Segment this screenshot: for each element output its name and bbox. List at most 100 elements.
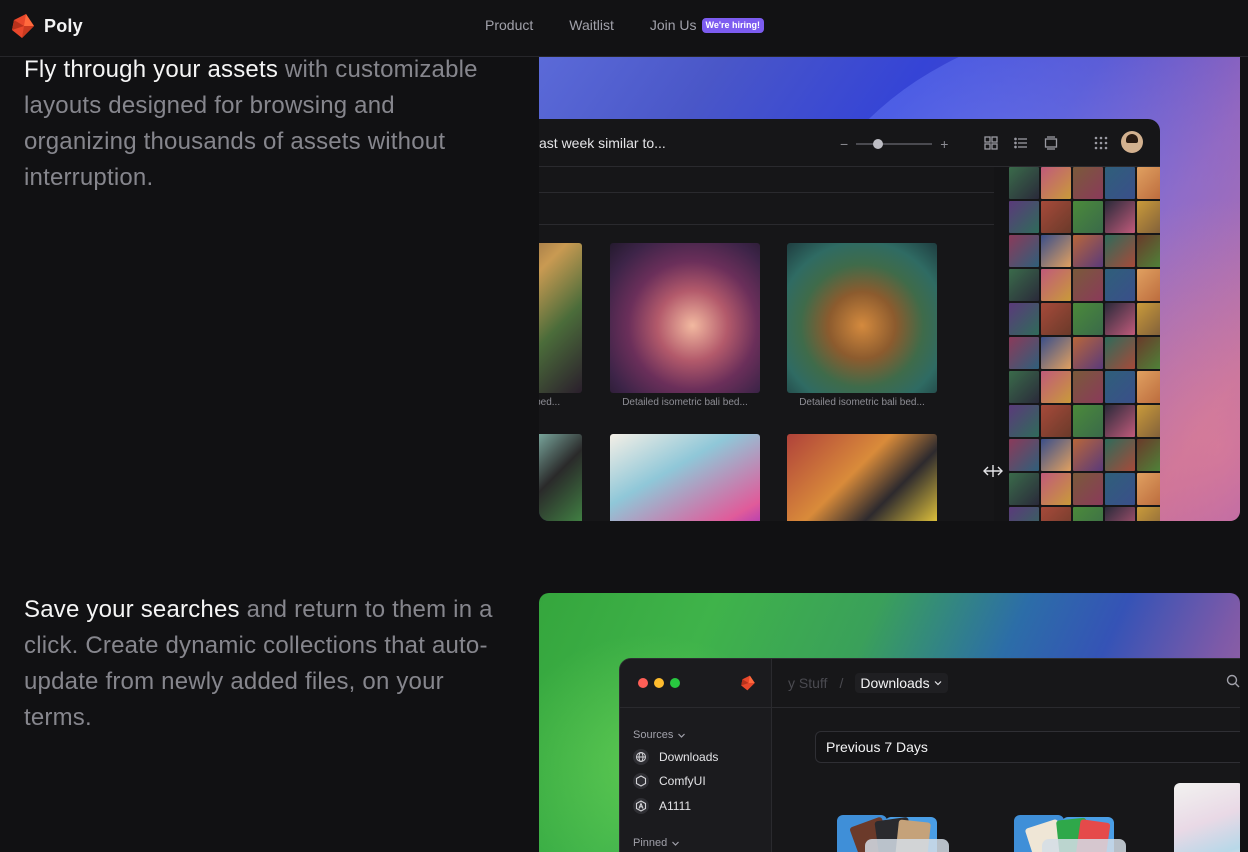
grid-thumbnail[interactable] (1137, 473, 1160, 505)
grid-thumbnail[interactable] (1073, 371, 1103, 403)
sidebar-item-a1111[interactable]: A1111 (633, 798, 691, 814)
grid-thumbnail[interactable] (1073, 269, 1103, 301)
grid-thumbnail[interactable] (1073, 201, 1103, 233)
grid-thumbnail[interactable] (1041, 405, 1071, 437)
grid-thumbnail[interactable] (1041, 235, 1071, 267)
join-us-label: Join Us (649, 17, 697, 33)
list-view-icon[interactable] (1013, 135, 1029, 151)
grid-thumbnail[interactable] (1073, 507, 1103, 521)
grid-thumbnail[interactable] (1137, 167, 1160, 199)
grid-thumbnail[interactable] (1137, 507, 1160, 521)
single-view-icon[interactable] (1043, 135, 1059, 151)
grid-thumbnail[interactable] (1041, 303, 1071, 335)
grid-thumbnail[interactable] (1009, 507, 1039, 521)
zoom-slider[interactable] (856, 139, 933, 149)
grid-thumbnail[interactable] (1073, 473, 1103, 505)
grid-thumbnail[interactable] (1105, 473, 1135, 505)
image-tile[interactable] (539, 434, 582, 521)
resize-handle-icon[interactable] (983, 464, 1003, 478)
zoom-control[interactable]: − + (840, 136, 948, 152)
grid-thumbnail[interactable] (1105, 507, 1135, 521)
grid-thumbnail[interactable] (1073, 167, 1103, 199)
grid-thumbnail[interactable] (1009, 337, 1039, 369)
sidebar-item-comfyui[interactable]: ComfyUI (633, 773, 706, 789)
image-caption: Detailed isometric bali bed... (799, 397, 925, 408)
grid-thumbnail[interactable] (1009, 201, 1039, 233)
grid-thumbnail[interactable] (1105, 167, 1135, 199)
grid-thumbnail[interactable] (1041, 473, 1071, 505)
grid-thumbnail[interactable] (1137, 303, 1160, 335)
grid-thumbnail[interactable] (1009, 473, 1039, 505)
grid-thumbnail[interactable] (1105, 337, 1135, 369)
grid-thumbnail[interactable] (1009, 405, 1039, 437)
grid-thumbnail[interactable] (1105, 303, 1135, 335)
nav-link-product[interactable]: Product (485, 17, 533, 33)
folder-stack-icon[interactable] (1002, 805, 1132, 852)
grid-thumbnail[interactable] (1009, 439, 1039, 471)
grid-view-icon[interactable] (983, 135, 999, 151)
grid-thumbnail[interactable] (1105, 439, 1135, 471)
grid-thumbnail[interactable] (1137, 371, 1160, 403)
sidebar-item-downloads[interactable]: Downloads (633, 749, 718, 765)
globe-icon (633, 749, 649, 765)
user-avatar[interactable] (1121, 131, 1143, 153)
search-query-text[interactable]: ast week similar to... (539, 135, 666, 151)
date-filter-field[interactable]: Previous 7 Days (815, 731, 1240, 763)
brand-logo[interactable]: Poly (10, 12, 83, 40)
grid-thumbnail[interactable] (1137, 337, 1160, 369)
divider (620, 707, 772, 708)
screenshot-layouts: ast week similar to... − + ed... Detaile… (539, 57, 1240, 521)
pinned-header[interactable]: Pinned (633, 837, 680, 849)
image-tile[interactable] (610, 243, 760, 393)
grid-thumbnail[interactable] (1137, 201, 1160, 233)
grid-thumbnail[interactable] (1073, 337, 1103, 369)
grid-thumbnail[interactable] (1041, 439, 1071, 471)
breadcrumb-current[interactable]: Downloads (855, 673, 948, 693)
grid-thumbnail[interactable] (1009, 269, 1039, 301)
search-icon[interactable] (1225, 673, 1240, 689)
folder-stack-icon[interactable] (825, 805, 955, 852)
grid-thumbnail[interactable] (1009, 167, 1039, 199)
grid-thumbnail[interactable] (1105, 269, 1135, 301)
minimize-window-button[interactable] (654, 678, 664, 688)
grid-thumbnail[interactable] (1009, 371, 1039, 403)
grid-thumbnail[interactable] (1137, 235, 1160, 267)
grid-thumbnail[interactable] (1073, 303, 1103, 335)
grid-thumbnail[interactable] (1137, 269, 1160, 301)
grid-thumbnail[interactable] (1009, 303, 1039, 335)
grid-thumbnail[interactable] (1009, 235, 1039, 267)
grid-thumbnail[interactable] (1137, 439, 1160, 471)
grid-thumbnail[interactable] (1041, 337, 1071, 369)
grid-thumbnail[interactable] (1073, 439, 1103, 471)
zoom-out-icon[interactable]: − (840, 136, 848, 152)
close-window-button[interactable] (638, 678, 648, 688)
nav-link-join-us[interactable]: Join Us We're hiring! (649, 17, 765, 33)
breadcrumb-previous[interactable]: y Stuff (788, 675, 827, 691)
nav-link-waitlist[interactable]: Waitlist (569, 17, 614, 33)
grid-thumbnail[interactable] (1041, 201, 1071, 233)
grid-thumbnail[interactable] (1041, 269, 1071, 301)
grid-thumbnail[interactable] (1073, 405, 1103, 437)
apps-grid-icon[interactable] (1093, 135, 1109, 151)
grid-thumbnail[interactable] (1105, 405, 1135, 437)
grid-thumbnail[interactable] (1041, 507, 1071, 521)
image-tile[interactable] (610, 434, 760, 521)
sidebar-item-label: A1111 (659, 799, 692, 813)
window-controls (638, 678, 680, 688)
image-tile[interactable] (539, 243, 582, 393)
grid-thumbnail[interactable] (1137, 405, 1160, 437)
zoom-in-icon[interactable]: + (940, 136, 948, 152)
grid-thumbnail[interactable] (1105, 371, 1135, 403)
grid-thumbnail[interactable] (1041, 371, 1071, 403)
maximize-window-button[interactable] (670, 678, 680, 688)
grid-thumbnail[interactable] (1105, 201, 1135, 233)
sources-header[interactable]: Sources (633, 729, 686, 741)
image-tile[interactable] (1174, 783, 1240, 852)
grid-thumbnail[interactable] (1073, 235, 1103, 267)
feature-text-assets: Fly through your assets with customizabl… (24, 52, 494, 196)
grid-thumbnail[interactable] (1105, 235, 1135, 267)
image-tile[interactable] (787, 243, 937, 393)
image-tile[interactable] (787, 434, 937, 521)
grid-thumbnail[interactable] (1041, 167, 1071, 199)
zoom-slider-knob[interactable] (873, 139, 884, 149)
